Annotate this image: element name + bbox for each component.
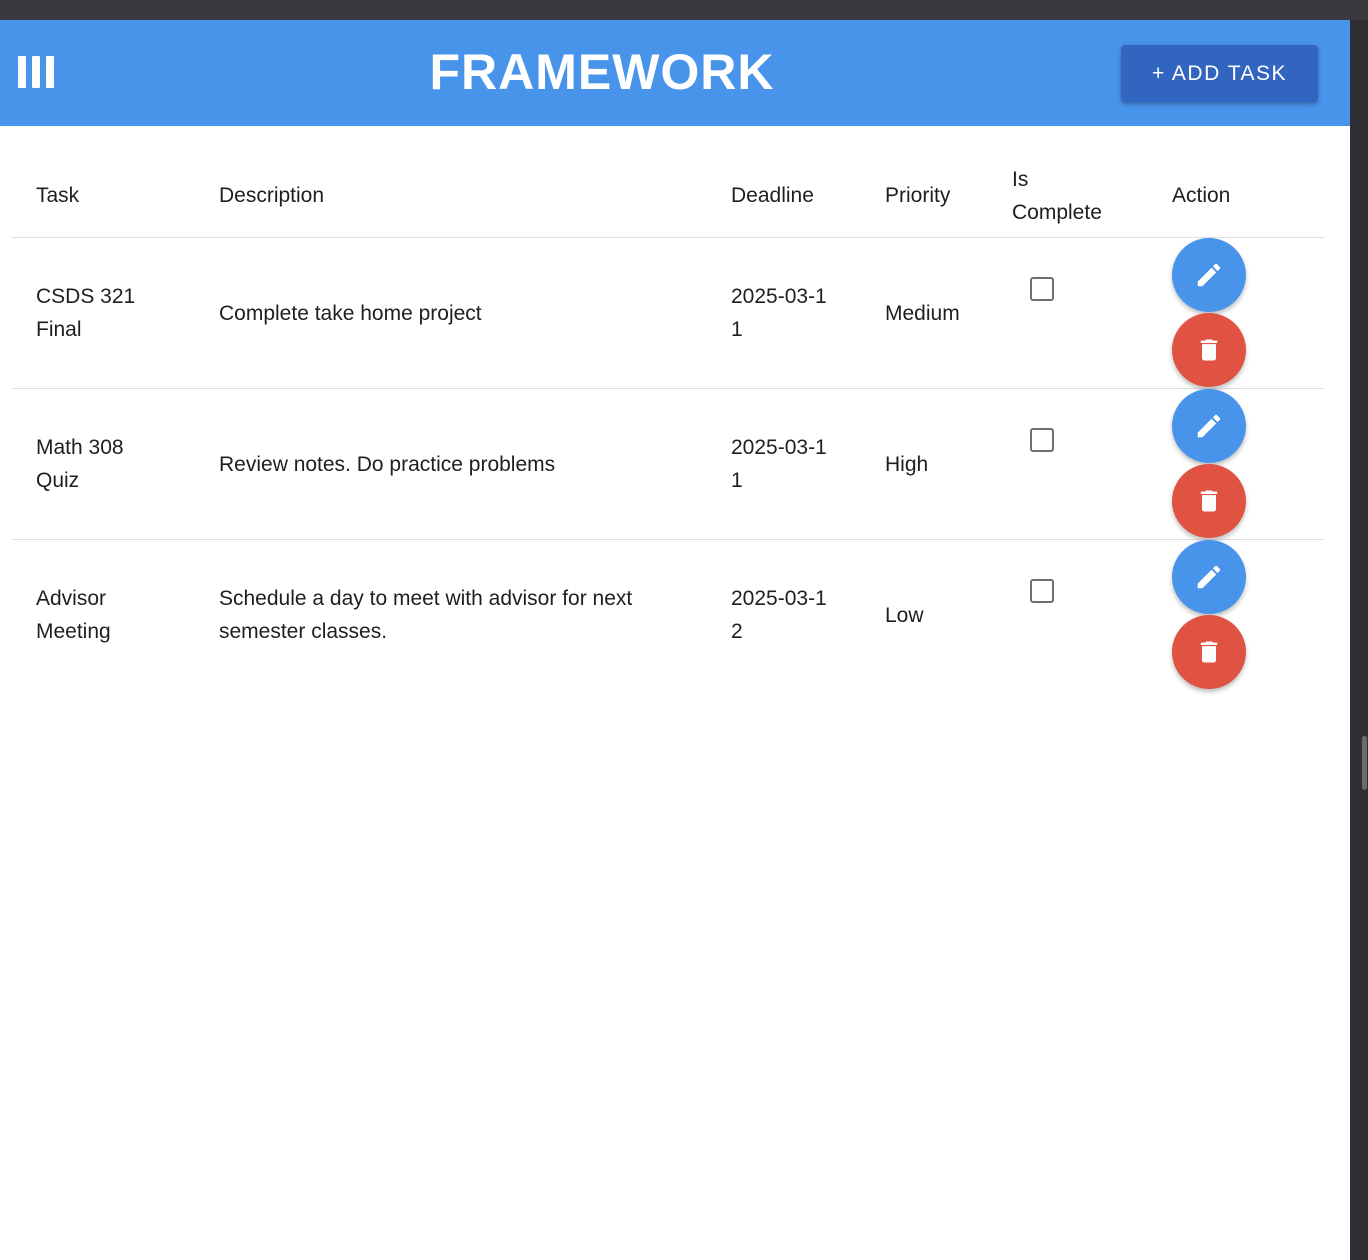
- app-header: FRAMEWORK + ADD TASK: [0, 20, 1350, 126]
- column-header-description: Description: [219, 154, 731, 238]
- task-name: CSDS 321 Final: [36, 285, 136, 341]
- task-description: Schedule a day to meet with advisor for …: [219, 587, 633, 643]
- edit-task-button[interactable]: [1172, 540, 1246, 614]
- action-cell: [1172, 540, 1325, 691]
- description-cell: Review notes. Do practice problems: [219, 388, 731, 540]
- task-cell: Math 308 Quiz: [11, 388, 219, 540]
- action-cell: [1172, 237, 1325, 389]
- table-row: Advisor Meeting Schedule a day to meet w…: [11, 540, 1325, 691]
- trash-icon: [1200, 339, 1218, 361]
- complete-checkbox[interactable]: [1030, 428, 1054, 452]
- task-cell: CSDS 321 Final: [11, 237, 219, 389]
- task-name: Advisor Meeting: [36, 587, 111, 643]
- pencil-icon: [1197, 565, 1221, 589]
- complete-checkbox[interactable]: [1030, 277, 1054, 301]
- window-edge: [1350, 20, 1368, 1260]
- scrollbar-thumb[interactable]: [1362, 736, 1367, 790]
- table-row: Math 308 Quiz Review notes. Do practice …: [11, 388, 1325, 540]
- task-name: Math 308 Quiz: [36, 436, 124, 492]
- complete-cell: [1012, 237, 1172, 389]
- column-header-priority: Priority: [885, 154, 1012, 238]
- column-header-action: Action: [1172, 154, 1325, 238]
- complete-cell: [1012, 540, 1172, 691]
- table-row: CSDS 321 Final Complete take home projec…: [11, 237, 1325, 389]
- task-description: Review notes. Do practice problems: [219, 452, 556, 476]
- page-title: FRAMEWORK: [429, 44, 775, 100]
- delete-task-button[interactable]: [1172, 313, 1246, 387]
- column-header-is-complete-label: Is Complete: [1012, 167, 1102, 224]
- app-container: FRAMEWORK + ADD TASK Task Description De…: [0, 20, 1350, 1260]
- task-cell: Advisor Meeting: [11, 540, 219, 691]
- task-table: Task Description Deadline Priority Is Co…: [11, 154, 1325, 690]
- table-header-row: Task Description Deadline Priority Is Co…: [11, 154, 1325, 238]
- deadline-cell: 2025-03-11: [731, 388, 885, 540]
- task-description: Complete take home project: [219, 301, 482, 325]
- deadline-cell: 2025-03-11: [731, 237, 885, 389]
- pencil-icon: [1197, 414, 1221, 438]
- trash-icon: [1200, 490, 1218, 512]
- task-deadline: 2025-03-11: [731, 436, 827, 492]
- description-cell: Schedule a day to meet with advisor for …: [219, 540, 731, 691]
- column-header-deadline: Deadline: [731, 154, 885, 238]
- row-actions: [1172, 238, 1325, 387]
- edit-task-button[interactable]: [1172, 238, 1246, 312]
- task-deadline: 2025-03-12: [731, 587, 827, 643]
- action-cell: [1172, 388, 1325, 540]
- column-header-task: Task: [11, 154, 219, 238]
- task-deadline: 2025-03-11: [731, 285, 827, 341]
- pencil-icon: [1197, 263, 1221, 287]
- row-actions: [1172, 389, 1325, 538]
- row-actions: [1172, 540, 1325, 689]
- task-priority: Low: [885, 603, 924, 627]
- delete-task-button[interactable]: [1172, 615, 1246, 689]
- add-task-button[interactable]: + ADD TASK: [1121, 45, 1318, 102]
- complete-checkbox[interactable]: [1030, 579, 1054, 603]
- complete-cell: [1012, 388, 1172, 540]
- browser-top-bar: [0, 0, 1368, 20]
- description-cell: Complete take home project: [219, 237, 731, 389]
- task-priority: Medium: [885, 237, 1012, 389]
- edit-task-button[interactable]: [1172, 389, 1246, 463]
- deadline-cell: 2025-03-12: [731, 540, 885, 691]
- delete-task-button[interactable]: [1172, 464, 1246, 538]
- column-header-is-complete: Is Complete: [1012, 154, 1172, 238]
- trash-icon: [1200, 641, 1218, 663]
- task-priority: High: [885, 388, 1012, 540]
